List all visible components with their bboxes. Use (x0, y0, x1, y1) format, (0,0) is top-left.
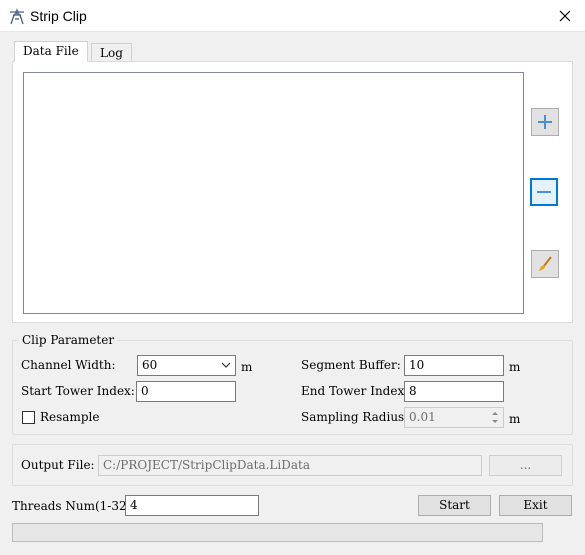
end-tower-index-input[interactable]: 8 (404, 381, 504, 402)
tab-data-file[interactable]: Data File (14, 41, 88, 62)
start-tower-index-input[interactable]: 0 (136, 381, 236, 402)
add-file-button[interactable] (531, 108, 559, 136)
data-file-list[interactable] (23, 72, 524, 314)
remove-file-button[interactable] (530, 178, 558, 206)
channel-width-value: 60 (142, 358, 158, 372)
channel-width-select[interactable]: 60 (137, 355, 236, 376)
strip-clip-app-icon (8, 7, 26, 25)
close-icon (559, 10, 571, 22)
channel-width-unit: m (241, 360, 253, 374)
chevron-down-icon (221, 362, 231, 368)
threads-num-label: Threads Num(1-32): (12, 499, 136, 513)
sampling-radius-unit: m (509, 412, 521, 426)
window-title: Strip Clip (30, 8, 87, 24)
tab-log[interactable]: Log (91, 43, 132, 62)
clip-parameter-title: Clip Parameter (19, 333, 118, 347)
sampling-radius-spinbox: 0.01 (404, 407, 504, 428)
exit-button[interactable]: Exit (499, 495, 572, 516)
browse-output-button[interactable]: ... (489, 455, 562, 476)
minus-icon (537, 191, 551, 193)
spin-arrows-icon (492, 412, 498, 423)
start-button[interactable]: Start (418, 495, 491, 516)
title-bar (0, 0, 585, 32)
segment-buffer-unit: m (509, 360, 521, 374)
channel-width-label: Channel Width: (21, 358, 116, 372)
sampling-radius-label: Sampling Radius: (301, 410, 409, 424)
resample-label: Resample (40, 410, 100, 424)
close-button[interactable] (545, 0, 585, 32)
progress-bar (12, 523, 543, 542)
output-file-label: Output File: (21, 458, 95, 472)
threads-num-input[interactable]: 4 (125, 495, 259, 516)
output-file-path: C:/PROJECT/StripClipData.LiData (98, 455, 482, 476)
start-tower-index-label: Start Tower Index: (21, 384, 135, 398)
end-tower-index-label: End Tower Index: (301, 384, 409, 398)
plus-icon (538, 115, 552, 129)
segment-buffer-label: Segment Buffer: (301, 358, 401, 372)
resample-checkbox[interactable] (22, 411, 35, 424)
clear-files-button[interactable] (531, 250, 559, 278)
sampling-radius-value: 0.01 (409, 410, 436, 424)
segment-buffer-input[interactable]: 10 (404, 355, 504, 376)
brush-icon (539, 256, 552, 271)
